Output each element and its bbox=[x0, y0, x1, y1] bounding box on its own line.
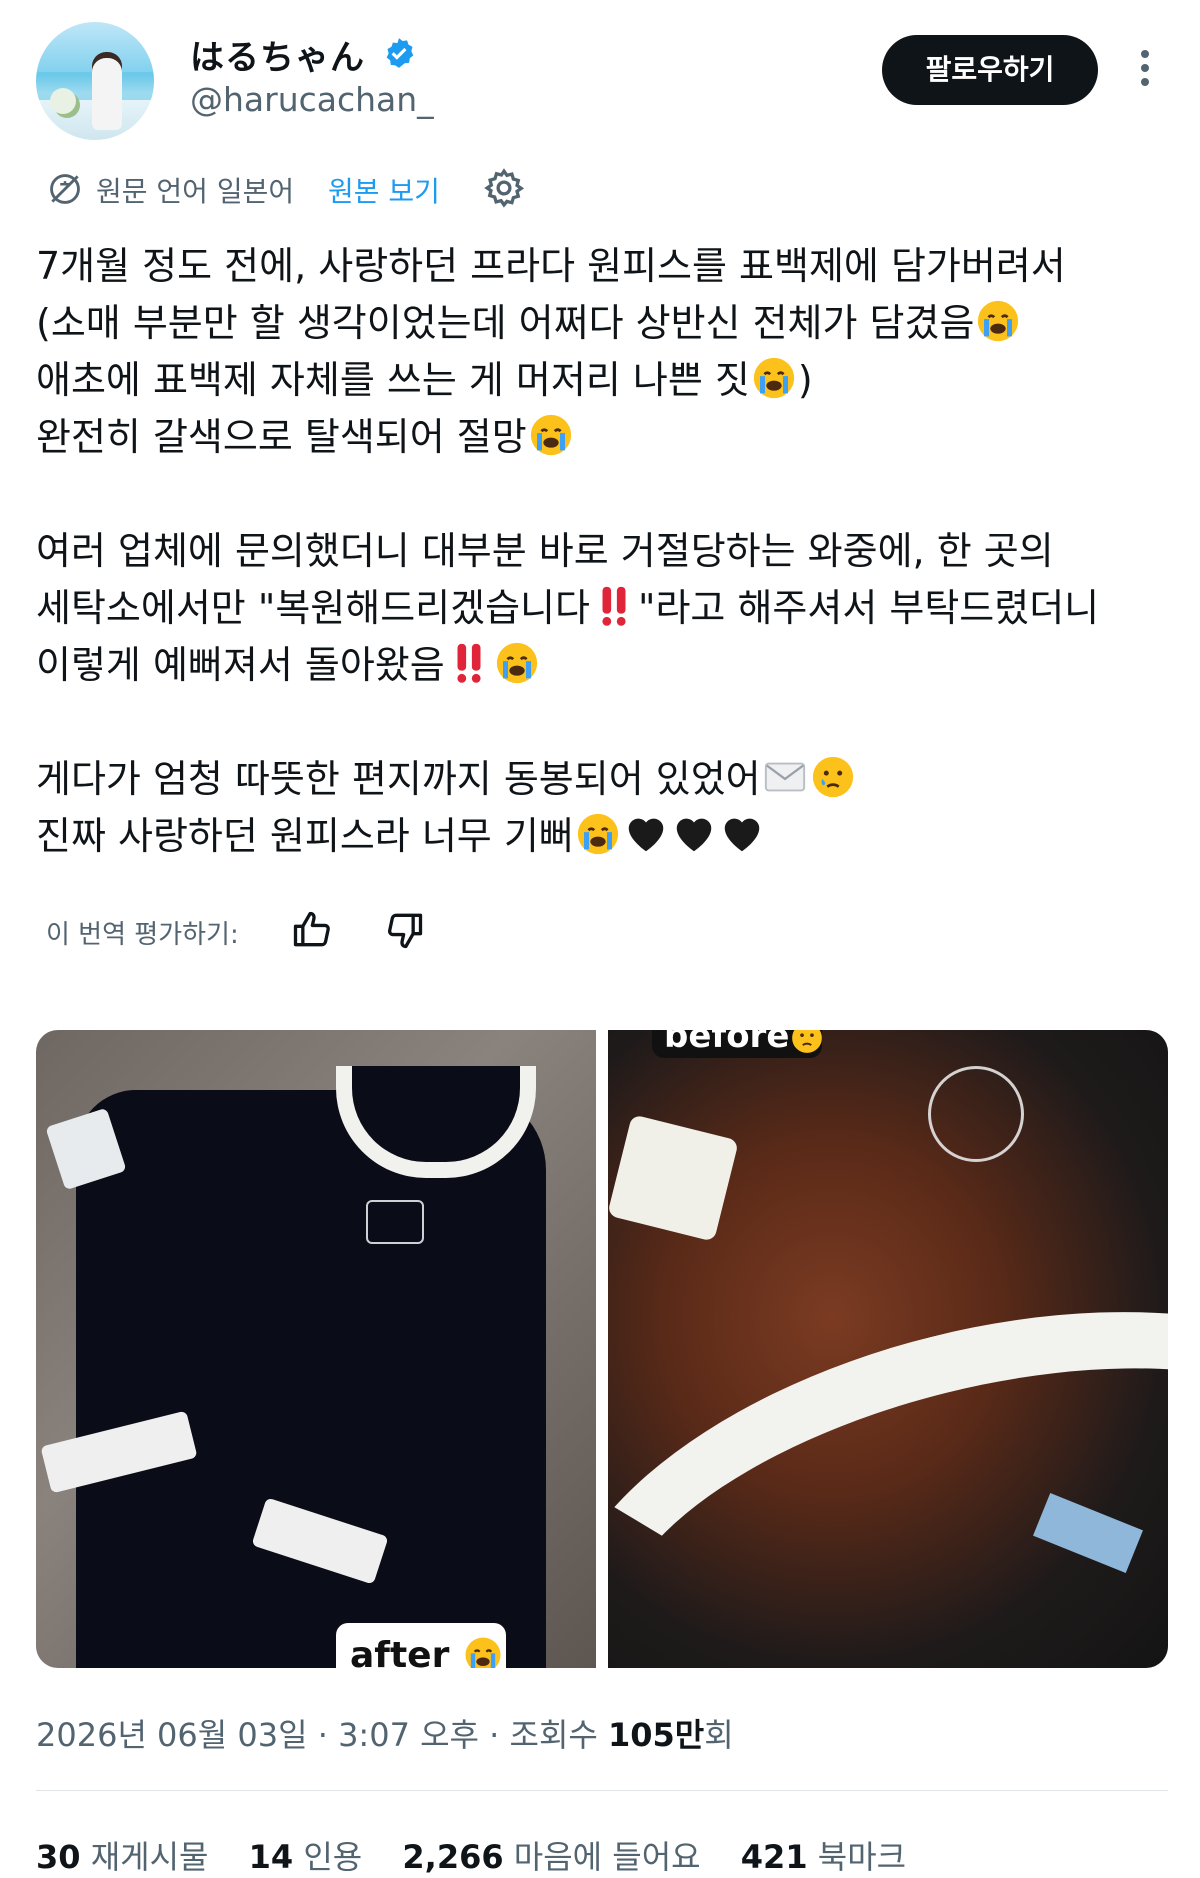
tweet-text-segment: 여러 업체에 문의했더니 대부분 바로 거절당하는 와중에, 한 곳의 bbox=[36, 529, 1054, 573]
black-heart-emoji-icon bbox=[724, 818, 760, 852]
crying-face-emoji-icon bbox=[577, 813, 618, 855]
rate-translation-label: 이 번역 평가하기: bbox=[46, 920, 239, 950]
stat-number: 30 bbox=[36, 1838, 81, 1876]
tweet-text: 7개월 정도 전에, 사랑하던 프라다 원피스를 표백제에 담가버려서 (소매 … bbox=[36, 238, 1176, 865]
translate-icon bbox=[50, 174, 80, 204]
show-original-link[interactable]: 원본 보기 bbox=[328, 170, 440, 210]
black-heart-emoji-icon bbox=[628, 818, 664, 852]
follow-button[interactable]: 팔로우하기 bbox=[882, 35, 1098, 105]
tweet-line: 이렇게 예뻐져서 돌아왔음 bbox=[36, 637, 1176, 694]
tweet-text-segment: 완전히 갈색으로 탈색되어 절망 bbox=[36, 415, 527, 459]
tweet-line: (소매 부분만 할 생각이었는데 어쩌다 상반신 전체가 담겼음 bbox=[36, 295, 1176, 352]
divider bbox=[36, 1790, 1168, 1791]
tweet-text-segment: "라고 해주셔서 부탁드렸더니 bbox=[637, 586, 1100, 630]
views-count: 105만 bbox=[608, 1716, 705, 1754]
more-vertical-icon[interactable] bbox=[1130, 44, 1160, 94]
crying-face-emoji-icon bbox=[530, 414, 571, 456]
tweet-text-segment: 7개월 정도 전에, 사랑하던 프라다 원피스를 표백제에 담가버려서 bbox=[36, 244, 1066, 288]
tweet-text-segment: 이렇게 예뻐져서 돌아왔음 bbox=[36, 643, 445, 687]
meta-separator: · bbox=[307, 1716, 339, 1754]
media-gallery: after before bbox=[36, 1030, 1168, 1668]
bookmarks-stat[interactable]: 421 북마크 bbox=[741, 1838, 906, 1876]
before-photo[interactable]: before bbox=[608, 1030, 1168, 1668]
sad-tear-face-emoji-icon bbox=[792, 1030, 823, 1053]
double-exclamation-emoji-icon bbox=[457, 643, 481, 683]
before-label-text: before bbox=[664, 1030, 790, 1056]
stat-label: 북마크 bbox=[817, 1838, 907, 1876]
tweet-line: 7개월 정도 전에, 사랑하던 프라다 원피스를 표백제에 담가버려서 bbox=[36, 238, 1176, 295]
stat-number: 421 bbox=[740, 1838, 808, 1876]
post-time[interactable]: 3:07 오후 bbox=[338, 1716, 479, 1754]
avatar[interactable] bbox=[36, 22, 154, 140]
source-language-label: 원문 언어 일본어 bbox=[96, 175, 295, 208]
after-label-text: after bbox=[350, 1635, 450, 1668]
stat-number: 14 bbox=[248, 1838, 294, 1876]
after-label-sticker: after bbox=[336, 1623, 506, 1668]
tweet-text-segment: 애초에 표백제 자체를 쓰는 게 머저리 나쁜 짓 bbox=[36, 358, 750, 402]
gear-icon[interactable] bbox=[482, 166, 526, 210]
stat-label: 재게시물 bbox=[90, 1838, 209, 1876]
verified-badge-icon bbox=[386, 38, 414, 68]
envelope-emoji-icon bbox=[764, 762, 805, 792]
display-name[interactable]: はるちゃん bbox=[190, 30, 365, 79]
tweet-text-segment: 게다가 엄청 따뜻한 편지까지 동봉되어 있었어 bbox=[36, 757, 761, 801]
thumbs-up-icon[interactable] bbox=[290, 908, 334, 952]
brand-logo bbox=[366, 1200, 424, 1244]
tweet-header: はるちゃん @harucachan_ 팔로우하기 bbox=[0, 0, 1200, 150]
stat-label: 마음에 들어요 bbox=[513, 1838, 701, 1876]
post-date[interactable]: 2026년 06월 03일 bbox=[36, 1716, 308, 1754]
tweet-line: 게다가 엄청 따뜻한 편지까지 동봉되어 있었어 bbox=[36, 751, 1176, 808]
stat-label: 인용 bbox=[303, 1838, 363, 1876]
translation-bar: 원문 언어 일본어 원본 보기 bbox=[46, 166, 746, 210]
before-label-sticker: before bbox=[652, 1030, 823, 1058]
user-handle[interactable]: @harucachan_ bbox=[190, 80, 434, 119]
black-heart-emoji-icon bbox=[676, 818, 712, 852]
rate-translation: 이 번역 평가하기: bbox=[46, 908, 546, 954]
quotes-stat[interactable]: 14 인용 bbox=[249, 1838, 363, 1876]
meta-separator: · bbox=[478, 1716, 510, 1754]
tweet-line: 여러 업체에 문의했더니 대부분 바로 거절당하는 와중에, 한 곳의 bbox=[36, 523, 1176, 580]
likes-stat[interactable]: 2,266 마음에 들어요 bbox=[402, 1838, 700, 1876]
tweet-text-segment: 진짜 사랑하던 원피스라 너무 기뻐 bbox=[36, 814, 574, 858]
brand-logo bbox=[928, 1066, 1024, 1162]
tweet-text-segment: (소매 부분만 할 생각이었는데 어쩌다 상반신 전체가 담겼음 bbox=[36, 301, 975, 345]
sleeve-cuff bbox=[608, 1114, 739, 1242]
avatar-bouquet bbox=[50, 88, 76, 114]
collar-rib bbox=[608, 1230, 1168, 1668]
double-exclamation-emoji-icon bbox=[602, 586, 626, 626]
crying-face-emoji-icon bbox=[465, 1637, 501, 1668]
tweet-line: 완전히 갈색으로 탈색되어 절망 bbox=[36, 409, 1176, 466]
tweet-meta: 2026년 06월 03일 · 3:07 오후 · 조회수 105만회 bbox=[36, 1710, 734, 1756]
tweet-line: 애초에 표백제 자체를 쓰는 게 머저리 나쁜 짓) bbox=[36, 352, 1176, 409]
crying-face-emoji-icon bbox=[978, 300, 1019, 342]
thumbs-down-icon[interactable] bbox=[382, 908, 426, 952]
views-suffix: 회 bbox=[704, 1716, 734, 1754]
sad-tear-face-emoji-icon bbox=[812, 756, 853, 798]
crying-face-emoji-icon bbox=[753, 357, 794, 399]
dress-after bbox=[76, 1090, 546, 1668]
engagement-stats: 30 재게시물 14 인용 2,266 마음에 들어요 421 북마크 bbox=[36, 1832, 936, 1878]
tweet-text-segment: 세탁소에서만 "복원해드리겠습니다 bbox=[36, 586, 590, 630]
tweet-line: 세탁소에서만 "복원해드리겠습니다 "라고 해주셔서 부탁드렸더니 bbox=[36, 580, 1176, 637]
crying-face-emoji-icon bbox=[496, 642, 537, 684]
reposts-stat[interactable]: 30 재게시물 bbox=[36, 1838, 208, 1876]
avatar-person bbox=[92, 52, 122, 130]
stat-number: 2,266 bbox=[402, 1838, 504, 1876]
tweet-line: 진짜 사랑하던 원피스라 너무 기뻐 bbox=[36, 808, 1176, 865]
after-photo[interactable]: after bbox=[36, 1030, 596, 1668]
views-label: 조회수 bbox=[509, 1716, 608, 1754]
tweet-text-segment: ) bbox=[797, 358, 813, 402]
